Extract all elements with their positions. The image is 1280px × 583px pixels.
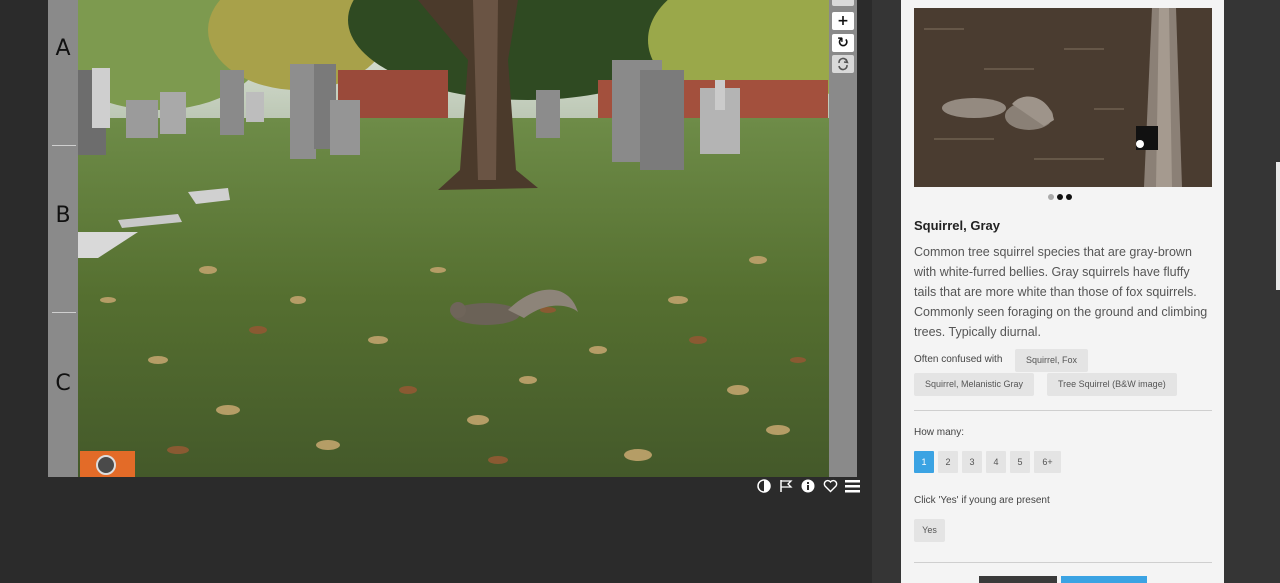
- camera-trap-photo[interactable]: [78, 0, 829, 477]
- row-label-b: B: [55, 203, 71, 228]
- species-title: Squirrel, Gray: [914, 218, 1000, 233]
- count-button-1[interactable]: 1: [914, 451, 934, 473]
- flag-icon[interactable]: [778, 478, 794, 494]
- row-grid-rail: A B C: [48, 0, 78, 477]
- section-divider: [914, 410, 1212, 411]
- species-description: Common tree squirrel species that are gr…: [914, 245, 1208, 339]
- reset-icon: [838, 57, 849, 71]
- zoom-rail: + ↻: [829, 0, 857, 477]
- cancel-button[interactable]: [979, 576, 1057, 583]
- badge-logo-icon: [96, 455, 116, 475]
- young-present-label: Click 'Yes' if young are present: [914, 495, 1050, 506]
- species-example-image[interactable]: [914, 8, 1212, 187]
- contrast-icon[interactable]: [756, 478, 772, 494]
- list-icon[interactable]: [844, 478, 860, 494]
- section-divider: [914, 562, 1212, 563]
- heart-icon[interactable]: [822, 478, 838, 494]
- example-scene: [914, 8, 1212, 187]
- carousel-dot[interactable]: [1066, 194, 1072, 200]
- count-button-3[interactable]: 3: [962, 451, 982, 473]
- confused-chip-squirrel-fox[interactable]: Squirrel, Fox: [1015, 349, 1089, 372]
- confused-with-label: Often confused with: [914, 354, 1003, 365]
- scroll-indicator: [1276, 162, 1280, 290]
- confused-chip-melanistic-gray[interactable]: Squirrel, Melanistic Gray: [914, 373, 1035, 396]
- reset-view-button[interactable]: [832, 55, 854, 73]
- how-many-label: How many:: [914, 427, 965, 438]
- young-yes-button[interactable]: Yes: [914, 519, 945, 542]
- rotate-button[interactable]: ↻: [832, 34, 854, 52]
- count-button-4[interactable]: 4: [986, 451, 1006, 473]
- zoom-in-button[interactable]: +: [832, 12, 854, 30]
- zoom-out-button[interactable]: [832, 0, 854, 6]
- carousel-dot[interactable]: [1057, 194, 1063, 200]
- row-label-c: C: [55, 371, 71, 396]
- carousel-dot[interactable]: [1048, 194, 1054, 200]
- species-detail-panel: Squirrel, Gray Common tree squirrel spec…: [901, 0, 1224, 583]
- project-badge[interactable]: [80, 451, 135, 477]
- count-button-5[interactable]: 5: [1010, 451, 1030, 473]
- photo-scene: [78, 0, 829, 477]
- row-divider: [52, 145, 76, 146]
- row-label-a: A: [55, 36, 71, 61]
- identify-button[interactable]: [1061, 576, 1147, 583]
- confused-chip-tree-squirrel[interactable]: Tree Squirrel (B&W image): [1047, 373, 1177, 396]
- row-divider: [52, 312, 76, 313]
- image-viewer: A B C + ↻: [48, 0, 857, 477]
- viewer-toolbar: [756, 478, 860, 496]
- carousel-dots: [1048, 194, 1072, 200]
- info-icon[interactable]: [800, 478, 816, 494]
- count-button-6-plus[interactable]: 6+: [1034, 451, 1061, 473]
- count-button-2[interactable]: 2: [938, 451, 958, 473]
- classifier-app: A B C + ↻ Squirrel, Gray Common tree squ…: [0, 0, 1280, 583]
